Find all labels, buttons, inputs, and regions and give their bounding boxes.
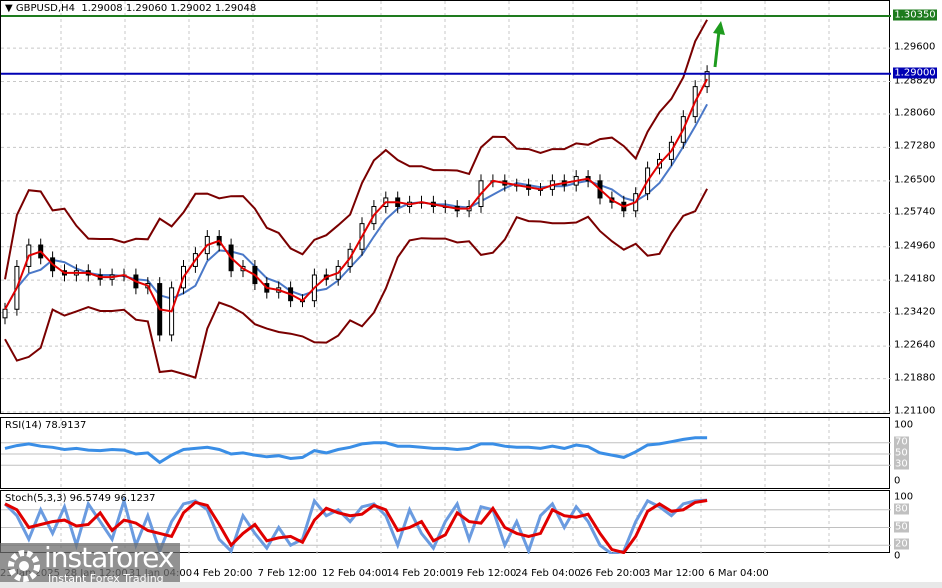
stoch-label: Stoch(5,3,3) 96.5749 96.1237 <box>5 493 156 504</box>
price-axis-label: 1.29600 <box>894 41 936 53</box>
time-axis-label: 3 Mar 12:00 <box>644 568 705 579</box>
stoch-level-label: 20 <box>894 538 909 550</box>
price-axis-label: 1.27280 <box>894 140 936 152</box>
price-axis-label: 1.21100 <box>894 405 936 417</box>
rsi-line <box>4 436 708 465</box>
gear-icon <box>8 550 40 582</box>
up-arrow-head-icon <box>713 21 725 35</box>
candle-body <box>2 308 8 319</box>
price-axis-label: 1.25740 <box>894 206 936 218</box>
time-axis-label: 6 Mar 04:00 <box>708 568 769 579</box>
stoch-axis-min: 0 <box>894 550 901 562</box>
bollinger-lower <box>4 188 708 379</box>
logo-name: instaforex <box>44 541 174 574</box>
time-axis-label: 24 Feb 04:00 <box>515 568 581 579</box>
symbol-label: GBPUSD,H4 <box>15 3 75 14</box>
time-axis-label: 19 Feb 12:00 <box>450 568 517 579</box>
rsi-label: RSI(14) 78.9137 <box>5 420 87 431</box>
rsi-panel[interactable]: RSI(14) 78.9137 <box>0 417 891 490</box>
time-axis-label: 14 Feb 20:00 <box>386 568 452 579</box>
time-axis-label: 12 Feb 04:00 <box>322 568 388 579</box>
rsi-level-label: 30 <box>894 458 909 470</box>
rsi-plot <box>1 418 891 490</box>
stoch-level-label: 50 <box>894 521 909 532</box>
chart-header: ▼ GBPUSD,H4 1.29008 1.29060 1.29002 1.29… <box>5 3 256 14</box>
price-axis-label: 1.26500 <box>894 174 936 186</box>
up-arrow-icon <box>713 30 721 68</box>
bollinger-upper <box>4 19 708 280</box>
price-axis-label: 1.21880 <box>894 372 936 384</box>
stoch-axis-max: 100 <box>894 491 914 503</box>
time-axis-label: 7 Feb 12:00 <box>257 568 317 579</box>
price-axis-label: 1.24180 <box>894 273 936 285</box>
stoch-level-label: 80 <box>894 503 909 515</box>
dropdown-icon[interactable]: ▼ <box>5 3 16 14</box>
status-bar <box>0 582 942 588</box>
price-axis-label: 1.22640 <box>894 339 936 351</box>
time-axis-label: 4 Feb 20:00 <box>193 568 253 579</box>
price-plot <box>1 1 891 415</box>
rsi-level-label: 70 <box>894 436 909 448</box>
rsi-axis-max: 100 <box>894 419 914 431</box>
price-axis-label: 1.24960 <box>894 240 936 252</box>
price-chart[interactable]: ▼ GBPUSD,H4 1.29008 1.29060 1.29002 1.29… <box>0 0 891 415</box>
rsi-level-label: 50 <box>894 447 909 459</box>
price-axis-label: 1.28060 <box>894 107 936 119</box>
rsi-axis-min: 0 <box>894 475 901 487</box>
price-axis-label: 1.23420 <box>894 306 936 318</box>
time-axis-label: 26 Feb 20:00 <box>579 568 646 579</box>
current-price-tag: 1.29000 <box>893 67 937 79</box>
target-price-tag: 1.30350 <box>893 9 937 21</box>
ohlc-values: 1.29008 1.29060 1.29002 1.29048 <box>81 3 257 14</box>
